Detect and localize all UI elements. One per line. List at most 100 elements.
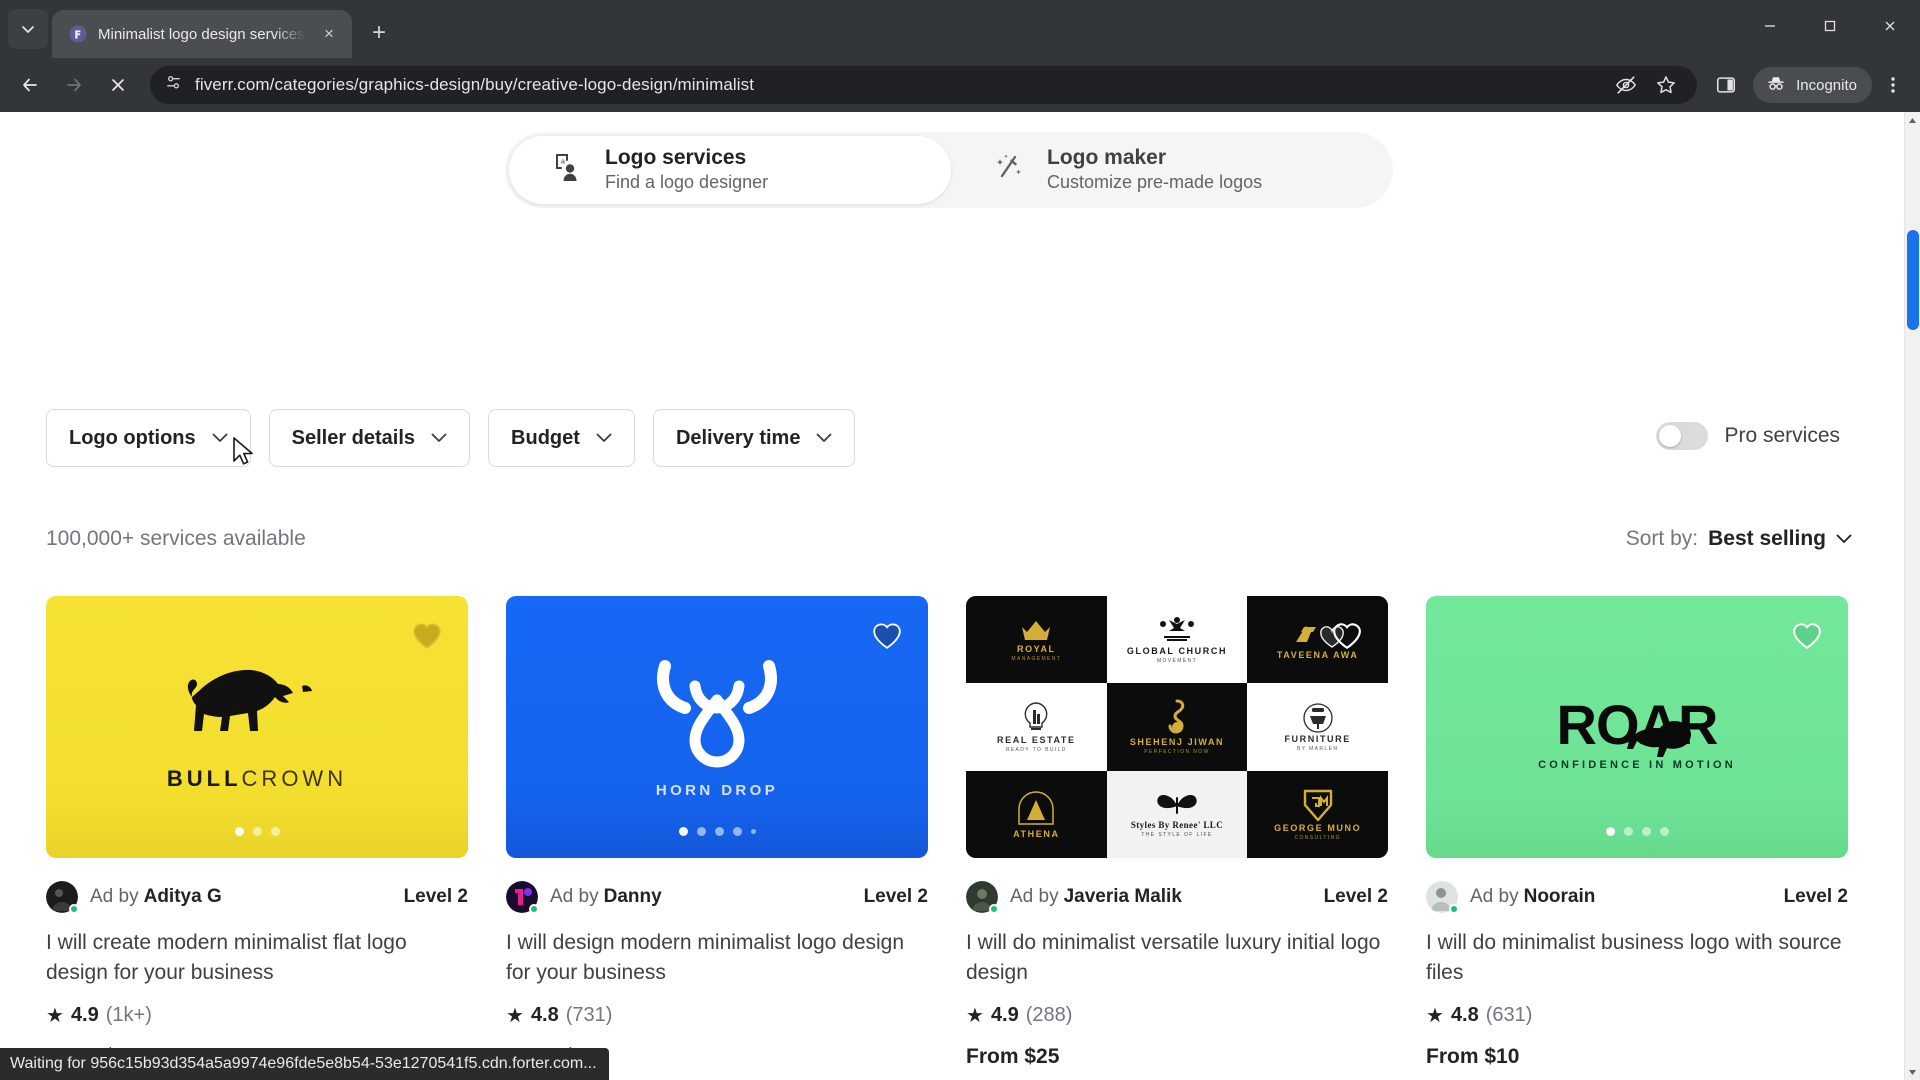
carousel-dot[interactable] [696,827,706,836]
pro-services-switch[interactable] [1656,422,1709,450]
filter-logo-options-label: Logo options [69,426,196,449]
gig-title[interactable]: I will do minimalist business logo with … [1426,928,1848,988]
gig-title[interactable]: I will do minimalist versatile luxury in… [966,928,1388,988]
online-status-dot [989,904,999,914]
avatar[interactable] [966,881,999,914]
favorite-heart-icon[interactable] [1330,618,1364,652]
scrollbar-thumb[interactable] [1907,230,1919,330]
carousel-dot[interactable] [714,827,724,836]
forward-button[interactable] [54,65,94,105]
tab-strip: Minimalist logo design services × + [0,0,1920,58]
collage-cell-sub: MANAGEMENT [1011,655,1062,662]
address-bar[interactable]: fiverr.com/categories/graphics-design/bu… [150,66,1698,104]
seller-name[interactable]: Javeria Malik [1064,886,1182,908]
collage-cell-sub: MOVEMENT [1156,657,1198,664]
stop-loading-button[interactable] [98,65,138,105]
collage-cell-sub: PERFECTION NOW [1144,748,1210,755]
rating-count: (1k+) [105,1004,152,1026]
ad-by-label: Ad by [550,886,599,907]
collage-cell-sub: READY TO BUILD [1005,746,1067,753]
scroll-down-arrow[interactable] [1905,1064,1920,1080]
favorite-heart-icon[interactable] [1790,618,1824,652]
carousel-dot[interactable] [270,827,280,836]
carousel-dot[interactable] [1623,827,1633,836]
carousel-dot[interactable] [1659,827,1669,836]
seller-row: Ad by Aditya G Level 2 [46,880,468,914]
logo-brand-bold: BULL [166,765,242,791]
arrow-right-icon [67,78,81,92]
gig-image[interactable]: ROYAL MANAGEMENT GLOBAL CHURCH MOVEMENT [966,596,1388,858]
chevron-down-icon [596,431,612,446]
sort-by-label: Sort by: [1625,527,1699,550]
gig-title[interactable]: I will design modern minimalist logo des… [506,928,928,988]
back-button[interactable] [10,65,50,105]
seller-name[interactable]: Aditya G [144,886,222,908]
avatar[interactable] [1426,881,1459,914]
logo-maker-text: Logo maker Customize pre-made logos [1047,145,1262,195]
gig-image[interactable]: BULLCROWN [46,596,468,858]
seller-level: Level 2 [403,886,468,907]
filter-logo-options[interactable]: Logo options [46,409,251,467]
logo-maker-subtitle: Customize pre-made logos [1047,172,1263,193]
avatar[interactable] [46,881,79,914]
avatar[interactable] [506,881,539,914]
carousel-dot[interactable] [252,827,262,836]
filter-delivery-time-label: Delivery time [675,426,801,449]
gig-image[interactable]: ROAR CONFIDENCE IN MOTION [1426,596,1848,858]
filter-seller-details[interactable]: Seller details [268,409,471,467]
logo-maker-title: Logo maker [1047,146,1167,170]
filter-bar: Logo options Seller details Budget Deliv… [46,409,856,467]
filter-delivery-time[interactable]: Delivery time [652,409,856,467]
seller-name[interactable]: Danny [604,886,662,908]
carousel-dot[interactable] [234,827,244,836]
side-panel-icon[interactable] [1709,68,1743,102]
chevron-down-icon [816,431,832,446]
ad-by-label: Ad by [90,886,139,907]
new-tab-button[interactable]: + [361,15,397,51]
filter-budget[interactable]: Budget [488,409,635,467]
carousel-dots[interactable] [46,827,468,836]
star-icon[interactable] [1649,68,1683,102]
window-close-button[interactable] [1860,0,1920,52]
carousel-dot[interactable] [1641,827,1651,836]
three-dot-menu-icon[interactable] [1876,68,1910,102]
gig-title[interactable]: I will create modern minimalist flat log… [46,928,468,988]
omnibox-actions [1609,68,1683,102]
logo-designer-icon: a [547,148,587,193]
eye-off-icon[interactable] [1609,68,1643,102]
collage-cell: ATHENA [966,770,1107,858]
carousel-dot[interactable] [678,827,688,836]
pro-services-toggle[interactable]: Pro services [1656,422,1840,450]
tab-close-button[interactable]: × [316,21,342,47]
favorite-heart-icon[interactable] [410,618,444,652]
carousel-dot[interactable] [750,829,756,834]
page-settings-icon[interactable] [164,73,183,97]
window-minimize-button[interactable] [1740,0,1800,52]
incognito-indicator[interactable]: Incognito [1753,67,1872,103]
seller-level: Level 2 [863,886,928,907]
carousel-dot[interactable] [732,827,742,836]
carousel-dots[interactable] [1426,827,1848,836]
key-icon [1168,699,1185,734]
star-icon: ★ [506,1004,524,1027]
carousel-dots[interactable] [506,827,928,836]
gig-price: From $10 [1426,1045,1520,1068]
favorite-heart-icon[interactable] [870,618,904,652]
collage-cell-sub: THE STYLE OF LIFE [1141,832,1213,839]
rating-count: (288) [1025,1004,1073,1026]
collage-cell-name: GEORGE MUNO [1274,823,1362,834]
seller-name[interactable]: Noorain [1524,886,1596,908]
scroll-up-arrow[interactable] [1905,112,1920,128]
tab-logo-maker[interactable]: Logo maker Customize pre-made logos [951,136,1393,204]
rating-count: (731) [565,1004,613,1026]
gig-image[interactable]: HORN DROP [506,596,928,858]
tab-logo-services[interactable]: a Logo services Find a logo designer [509,136,951,204]
tab-search-button[interactable] [8,9,48,49]
collage-cell: TAVEENA AWA [1247,596,1388,684]
browser-tab[interactable]: Minimalist logo design services × [52,10,352,58]
page-scrollbar[interactable] [1904,112,1920,1080]
sort-by-dropdown[interactable]: Sort by: Best selling [1626,527,1852,551]
filter-budget-label: Budget [511,426,580,449]
window-maximize-button[interactable] [1800,0,1860,52]
carousel-dot[interactable] [1605,827,1615,836]
